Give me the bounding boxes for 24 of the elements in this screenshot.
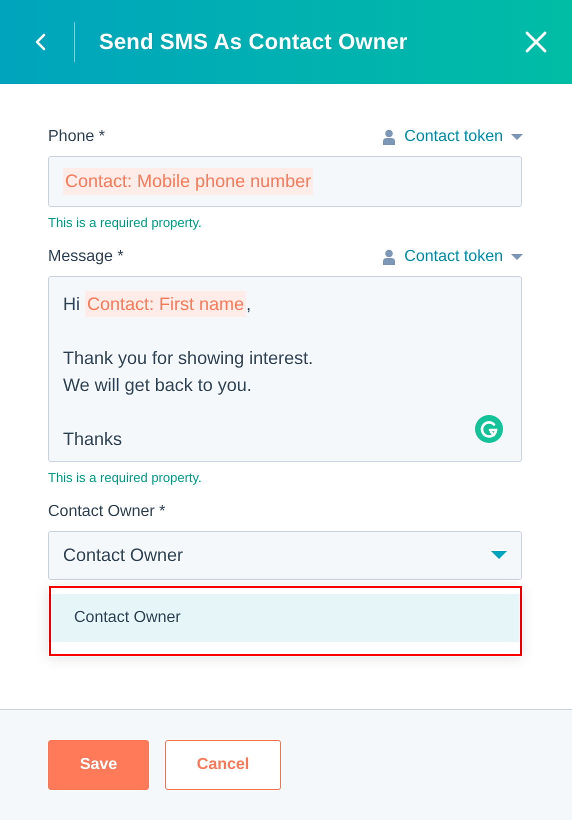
grammar-check-icon[interactable] (475, 415, 503, 443)
field-label: Message * (48, 248, 124, 266)
caret-icon (511, 254, 523, 260)
panel-title: Send SMS As Contact Owner (99, 29, 409, 55)
save-button[interactable]: Save (48, 740, 149, 790)
required-hint: This is a required property. (48, 470, 203, 485)
phone-field[interactable]: Contact: Mobile phone number (48, 156, 522, 207)
contact-token-menu[interactable]: Contact token (382, 128, 523, 146)
token-chip[interactable]: Contact: First name (85, 291, 246, 317)
contact-token-menu[interactable]: Contact token (382, 248, 523, 266)
dropdown-option[interactable]: Contact Owner (48, 594, 522, 642)
cancel-button[interactable]: Cancel (165, 740, 281, 790)
close-button[interactable] (524, 30, 548, 54)
required-hint: This is a required property. (48, 215, 203, 230)
person-icon (382, 129, 396, 145)
person-icon (382, 249, 396, 265)
field-label: Phone * (48, 128, 105, 146)
field-label: Contact Owner * (48, 503, 166, 521)
contact-owner-select[interactable]: Contact Owner (48, 531, 522, 580)
back-button[interactable] (34, 32, 48, 52)
caret-icon (491, 551, 507, 560)
message-field[interactable]: Hi Contact: First name, Thank you for showing interest. We will get back to you. Thanks (48, 276, 522, 462)
caret-icon (511, 134, 523, 140)
token-chip[interactable]: Contact: Mobile phone number (63, 168, 314, 195)
